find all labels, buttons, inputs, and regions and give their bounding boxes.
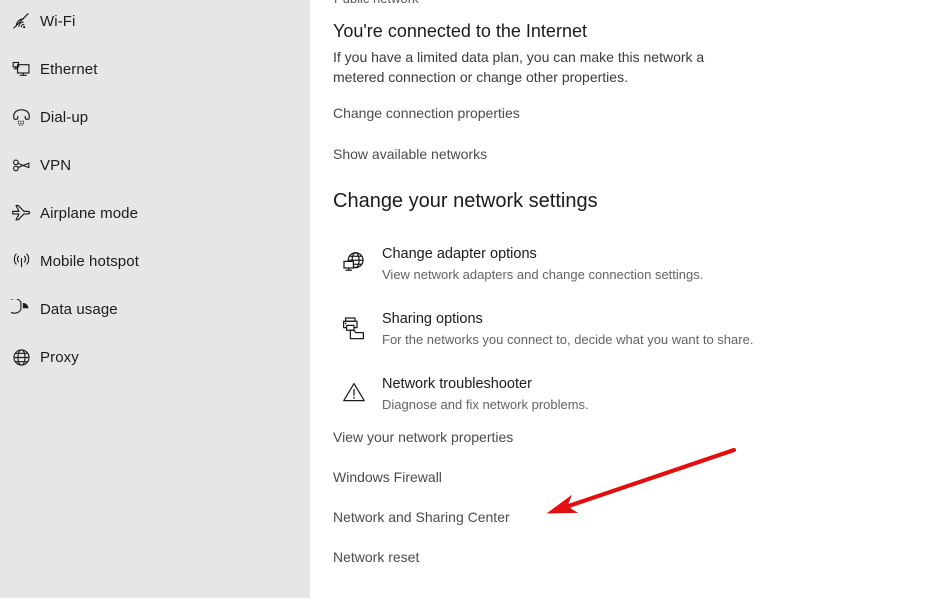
settings-window: Wi-Fi Ethernet Dial-up VPN Airplane mode… — [0, 0, 926, 601]
sidebar-item-proxy[interactable]: Proxy — [0, 337, 310, 377]
change-network-settings-heading: Change your network settings — [333, 190, 598, 212]
airplane-icon — [6, 202, 36, 224]
sidebar-item-label: VPN — [40, 156, 72, 174]
sidebar-item-label: Proxy — [40, 348, 79, 366]
sidebar-item-airplane-mode[interactable]: Airplane mode — [0, 193, 310, 233]
option-change-adapter-options[interactable]: Change adapter options View network adap… — [333, 245, 893, 293]
option-title: Network troubleshooter — [382, 376, 532, 392]
option-title: Sharing options — [382, 311, 483, 327]
sidebar-item-data-usage[interactable]: Data usage — [0, 289, 310, 329]
link-windows-firewall[interactable]: Windows Firewall — [333, 469, 442, 485]
option-network-troubleshooter[interactable]: Network troubleshooter Diagnose and fix … — [333, 375, 893, 423]
option-subtitle: For the networks you connect to, decide … — [382, 332, 754, 347]
dialup-icon — [6, 107, 36, 128]
settings-content-pane: Public network You're connected to the I… — [310, 0, 926, 601]
link-network-and-sharing-center[interactable]: Network and Sharing Center — [333, 509, 510, 525]
mobile-hotspot-icon — [6, 251, 36, 272]
warning-triangle-icon — [338, 377, 370, 409]
sidebar-item-mobile-hotspot[interactable]: Mobile hotspot — [0, 241, 310, 281]
sidebar-item-label: Airplane mode — [40, 204, 139, 222]
sidebar-item-label: Data usage — [40, 300, 118, 318]
option-subtitle: Diagnose and fix network problems. — [382, 397, 589, 412]
link-view-your-network-properties[interactable]: View your network properties — [333, 429, 513, 445]
network-profile-caption: Public network — [334, 0, 419, 6]
link-change-connection-properties[interactable]: Change connection properties — [333, 105, 520, 121]
sidebar-item-label: Mobile hotspot — [40, 252, 139, 270]
link-network-reset[interactable]: Network reset — [333, 549, 419, 565]
data-usage-icon — [6, 298, 36, 320]
connection-status-description: If you have a limited data plan, you can… — [333, 49, 705, 85]
option-subtitle: View network adapters and change connect… — [382, 267, 704, 282]
sidebar-item-ethernet[interactable]: Ethernet — [0, 49, 310, 89]
globe-adapter-icon — [338, 247, 370, 279]
option-title: Change adapter options — [382, 246, 537, 262]
link-show-available-networks[interactable]: Show available networks — [333, 146, 487, 162]
sidebar-item-dialup[interactable]: Dial-up — [0, 97, 310, 137]
sidebar-item-label: Wi-Fi — [40, 12, 76, 30]
ethernet-icon — [6, 59, 36, 80]
wifi-icon — [6, 11, 36, 32]
connection-status-heading: You're connected to the Internet — [333, 21, 587, 41]
sidebar-item-wifi[interactable]: Wi-Fi — [0, 1, 310, 41]
sidebar-item-label: Ethernet — [40, 60, 98, 78]
settings-sidebar: Wi-Fi Ethernet Dial-up VPN Airplane mode… — [0, 0, 310, 598]
option-sharing-options[interactable]: Sharing options For the networks you con… — [333, 310, 893, 358]
sidebar-item-vpn[interactable]: VPN — [0, 145, 310, 185]
printer-folder-share-icon — [338, 312, 370, 344]
sidebar-item-label: Dial-up — [40, 108, 89, 126]
proxy-globe-icon — [6, 347, 36, 368]
vpn-icon — [6, 155, 36, 176]
